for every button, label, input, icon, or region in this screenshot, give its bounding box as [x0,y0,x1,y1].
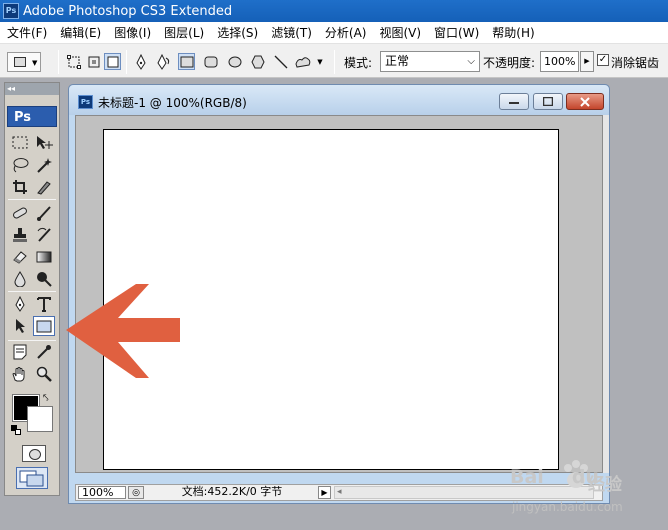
opacity-slider-button[interactable]: ▶ [580,51,594,72]
close-icon [580,96,590,107]
antialias-label: 消除锯齿 [611,56,660,70]
mode-label: 模式: [344,56,373,70]
watermark-url: jingyan.baidu.com [512,500,623,514]
crop-tool-icon[interactable] [9,177,31,197]
collapse-icon[interactable]: ◂◂ [5,83,59,95]
menu-filter[interactable]: 滤镜(T) [264,22,318,44]
magic-wand-tool-icon[interactable] [33,155,55,175]
pen-tool-icon[interactable] [132,53,149,70]
watermark-brand: Bai du [510,466,599,488]
tool-preset-picker[interactable]: ▼ [7,52,41,72]
minimize-icon [509,101,519,104]
close-button[interactable] [566,93,604,110]
document-title: 未标题-1 @ 100%(RGB/8) [98,96,247,110]
antialias-checkbox[interactable]: ✓ [597,54,609,66]
window-title: Adobe Photoshop CS3 Extended [23,3,233,19]
divider [8,340,56,341]
clone-stamp-tool-icon[interactable] [9,225,31,245]
fill-pixels-mode-icon[interactable] [104,53,121,70]
type-tool-icon[interactable] [33,294,55,314]
menu-file[interactable]: 文件(F) [0,22,53,44]
title-bar: Ps Adobe Photoshop CS3 Extended [0,0,668,22]
slice-tool-icon[interactable] [33,177,55,197]
dodge-tool-icon[interactable] [33,269,55,289]
menu-analysis[interactable]: 分析(A) [318,22,373,44]
polygon-shape-icon[interactable] [249,53,266,70]
menu-bar: 文件(F) 编辑(E) 图像(I) 图层(L) 选择(S) 滤镜(T) 分析(A… [0,22,668,44]
rounded-rectangle-shape-icon[interactable] [202,53,219,70]
menu-edit[interactable]: 编辑(E) [53,22,107,44]
divider [58,50,59,74]
screen-mode-icon[interactable] [16,467,48,489]
path-selection-tool-icon[interactable] [9,316,31,336]
menu-window[interactable]: 窗口(W) [427,22,485,44]
document-info: 文档:452.2K/0 字节 [181,485,283,498]
quick-mask-icon[interactable] [22,445,46,462]
watermark-product: 经验 [588,475,622,495]
ellipse-shape-icon[interactable] [226,53,243,70]
photoshop-logo[interactable]: Ps [7,106,57,127]
background-color-swatch[interactable] [27,406,53,432]
eyedropper-tool-icon[interactable] [33,342,55,362]
divider [334,50,335,74]
zoom-level-field[interactable]: 100% [78,486,126,499]
chevron-down-icon: ▼ [32,59,38,67]
document-title-bar[interactable]: Ps 未标题-1 @ 100%(RGB/8) [69,85,609,115]
divider [8,199,56,200]
opacity-input[interactable]: 100% [540,51,579,72]
default-colors-icon[interactable] [11,425,21,435]
minimize-button[interactable] [499,93,529,110]
shape-layers-mode-icon[interactable] [65,53,82,70]
menu-select[interactable]: 选择(S) [210,22,264,44]
pen-tool-icon[interactable] [9,294,31,314]
baidu-watermark: Bai du 经验 jingyan.baidu.com [508,458,658,524]
menu-view[interactable]: 视图(V) [372,22,427,44]
lasso-tool-icon[interactable] [9,155,31,175]
gradient-tool-icon[interactable] [33,247,55,267]
swap-colors-icon[interactable]: ⤣ [43,393,49,404]
chevron-down-icon[interactable]: ▼ [314,53,326,70]
vertical-scrollbar[interactable] [603,115,609,473]
divider [8,291,56,292]
healing-brush-tool-icon[interactable] [9,203,31,223]
maximize-button[interactable] [533,93,563,110]
marquee-tool-icon[interactable] [9,133,31,153]
blur-tool-icon[interactable] [9,269,31,289]
rectangle-tool-icon[interactable] [33,316,55,336]
mode-value: 正常 [385,54,410,68]
pointer-arrow-overlay [66,284,180,378]
chevron-down-icon: ⌵ [467,56,475,67]
hand-tool-icon[interactable] [9,364,31,384]
toolbox: ◂◂ Ps ⤣ [4,82,60,496]
maximize-icon [543,97,553,106]
line-shape-icon[interactable] [272,53,289,70]
custom-shape-icon[interactable] [294,53,311,70]
menu-image[interactable]: 图像(I) [107,22,157,44]
history-brush-tool-icon[interactable] [33,225,55,245]
options-bar: ▼ ▼ 模式: 正常 ⌵ 不透明度: 100% ▶ ✓ 消除锯齿 [0,44,668,78]
mode-select[interactable]: 正常 ⌵ [380,51,480,72]
document-icon: Ps [78,95,93,109]
status-info-icon[interactable]: ◎ [128,486,144,499]
paths-mode-icon[interactable] [85,53,102,70]
divider [126,50,127,74]
menu-layer[interactable]: 图层(L) [157,22,210,44]
status-menu-arrow-icon[interactable]: ▶ [318,486,331,499]
move-tool-icon[interactable] [33,133,55,153]
photoshop-app-icon: Ps [3,3,19,19]
freeform-pen-tool-icon[interactable] [155,53,172,70]
rectangle-shape-icon[interactable] [178,53,195,70]
rectangle-preset-icon [14,57,26,67]
opacity-label: 不透明度: [483,56,536,70]
eraser-tool-icon[interactable] [9,247,31,267]
notes-tool-icon[interactable] [9,342,31,362]
menu-help[interactable]: 帮助(H) [485,22,540,44]
zoom-tool-icon[interactable] [33,364,55,384]
brush-tool-icon[interactable] [33,203,55,223]
